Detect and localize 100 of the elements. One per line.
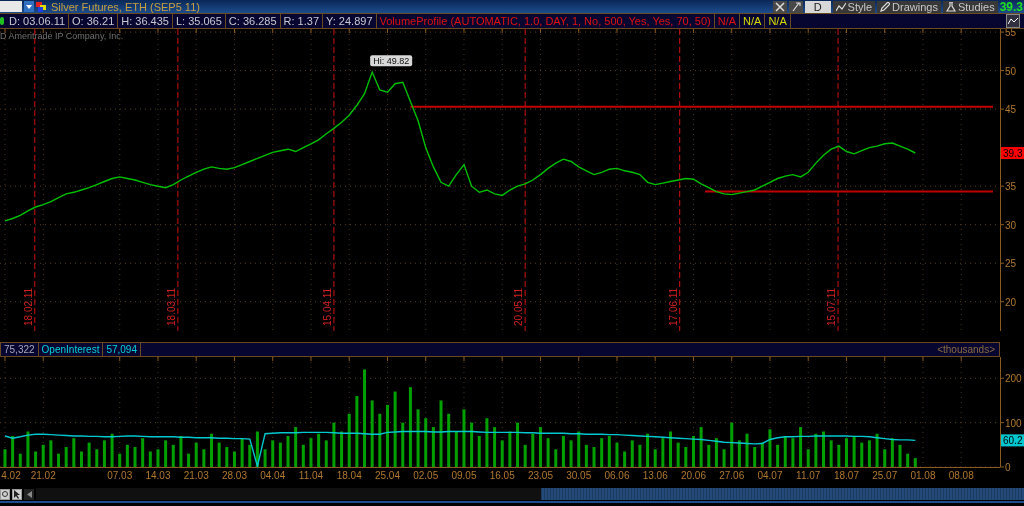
toolbar-button[interactable]: Style: [832, 0, 876, 13]
date-axis-label: 30.05: [566, 470, 592, 481]
price-tag: 39.3: [1001, 147, 1024, 160]
date-axis-label: 21.02: [30, 470, 56, 481]
volume-bar: [439, 400, 443, 467]
volume-bar: [569, 440, 573, 467]
volume-bar: [477, 435, 481, 467]
date-axis-label: 08.08: [948, 470, 974, 481]
date-axis-label: 16.05: [489, 470, 515, 481]
volume-bar: [829, 440, 833, 467]
volume-bar: [187, 453, 191, 467]
volume-bar: [844, 438, 848, 467]
pointer-button[interactable]: [12, 488, 22, 500]
volume-bar: [661, 438, 665, 467]
date-label: 17.06.11: [667, 287, 679, 326]
period-button[interactable]: D: [804, 0, 831, 13]
volume-bar: [852, 435, 856, 467]
info-cell: Y: 24.897: [323, 14, 377, 28]
date-label: 18.02.11: [22, 287, 34, 326]
volume-bar: [18, 453, 22, 467]
zoom-button[interactable]: [0, 488, 10, 500]
volume-bar: [837, 444, 841, 467]
volume-bar: [255, 431, 259, 467]
volume-bar: [271, 440, 275, 467]
date-axis-label: 25.07: [872, 470, 898, 481]
volume-bar: [584, 444, 588, 467]
info-cell: C: 36.285: [225, 14, 281, 28]
date-axis-label: 04.07: [757, 470, 783, 481]
volume-bar: [309, 438, 313, 467]
date-label: 20.05.11: [513, 287, 525, 326]
volume-bar: [867, 440, 871, 467]
info-cell: N/A: [765, 14, 791, 28]
volume-bar: [347, 413, 351, 467]
volume-bar: [554, 449, 558, 467]
date-axis-label: 13.06: [642, 470, 668, 481]
date-axis-label: 25.04: [374, 470, 400, 481]
volume-bar: [470, 422, 474, 467]
value-tag: 60.2: [1001, 434, 1024, 447]
volume-bar: [860, 442, 864, 467]
date-label: 15.04.11: [321, 287, 333, 326]
scroll-left-button[interactable]: [24, 488, 34, 500]
toolbar-button[interactable]: Studies: [942, 0, 998, 13]
volume-bar: [577, 431, 581, 467]
circle-icon: [2, 491, 8, 497]
volume-bar: [684, 447, 688, 467]
volume-bar: [179, 435, 183, 467]
volume-bar: [125, 444, 129, 467]
volume-bar: [538, 427, 542, 467]
date-axis-label: 20.06: [680, 470, 706, 481]
volume-bar: [110, 433, 114, 467]
volume-bar: [730, 422, 734, 467]
info-cell: N/A: [714, 14, 741, 28]
volume-bar: [156, 449, 160, 467]
toolbar-button[interactable]: Drawings: [877, 0, 941, 13]
axis-label: 20: [1005, 296, 1017, 308]
volume-bar: [531, 433, 535, 467]
info-cell: D: 03.06.11: [6, 14, 70, 28]
date-axis-label: 18.07: [833, 470, 859, 481]
volume-bar: [592, 447, 596, 467]
volume-bar: [378, 413, 382, 467]
date-axis-label: 11.04: [298, 470, 324, 481]
volume-bar: [240, 438, 244, 467]
volume-bar: [561, 435, 565, 467]
volume-bar: [34, 451, 38, 467]
volume-bar: [776, 444, 780, 467]
volume-bar: [72, 438, 76, 467]
chart-settings-button[interactable]: [1006, 14, 1020, 28]
volume-bar: [317, 433, 321, 467]
symbol-field[interactable]: [0, 1, 22, 12]
volume-bar: [385, 404, 389, 467]
volume-bar: [424, 418, 428, 467]
dropdown-button[interactable]: [24, 1, 34, 12]
volume-bar: [57, 453, 60, 467]
date-label: 15.07.11: [826, 287, 838, 326]
scroll-thumb[interactable]: [541, 488, 1024, 500]
volume-bar: [913, 458, 917, 467]
volume-bar: [722, 449, 726, 467]
volume-bar: [87, 442, 91, 467]
volume-bar: [814, 433, 818, 467]
date-axis-label: 27.06: [719, 470, 745, 481]
flask-icon: [945, 1, 956, 12]
date-axis-label: 11.07: [796, 470, 821, 481]
volume-bar: [301, 444, 305, 467]
volume-bar: [141, 438, 145, 467]
caret-icon: [26, 4, 32, 9]
volume-bar: [875, 433, 879, 467]
date-axis-label: 04.04: [260, 470, 286, 481]
colored-squares-icon: [36, 1, 47, 12]
info-cell: VolumeProfile (AUTOMATIC, 1.0, DAY, 1, No, 500, Yes, Yes, 70, 50): [376, 14, 715, 28]
date-axis-label: 21.03: [183, 470, 209, 481]
volume-bar: [41, 444, 45, 467]
volume-bar: [248, 444, 252, 467]
volume-bar: [485, 418, 489, 467]
date-axis-label: 23.05: [527, 470, 553, 481]
axis-label: 55: [1005, 29, 1017, 39]
info-cell: H: 36.435: [118, 14, 173, 28]
volume-bar: [370, 400, 374, 467]
axis-label: 0: [1005, 462, 1011, 473]
volume-bar: [714, 438, 718, 467]
volume-bar: [745, 433, 749, 467]
